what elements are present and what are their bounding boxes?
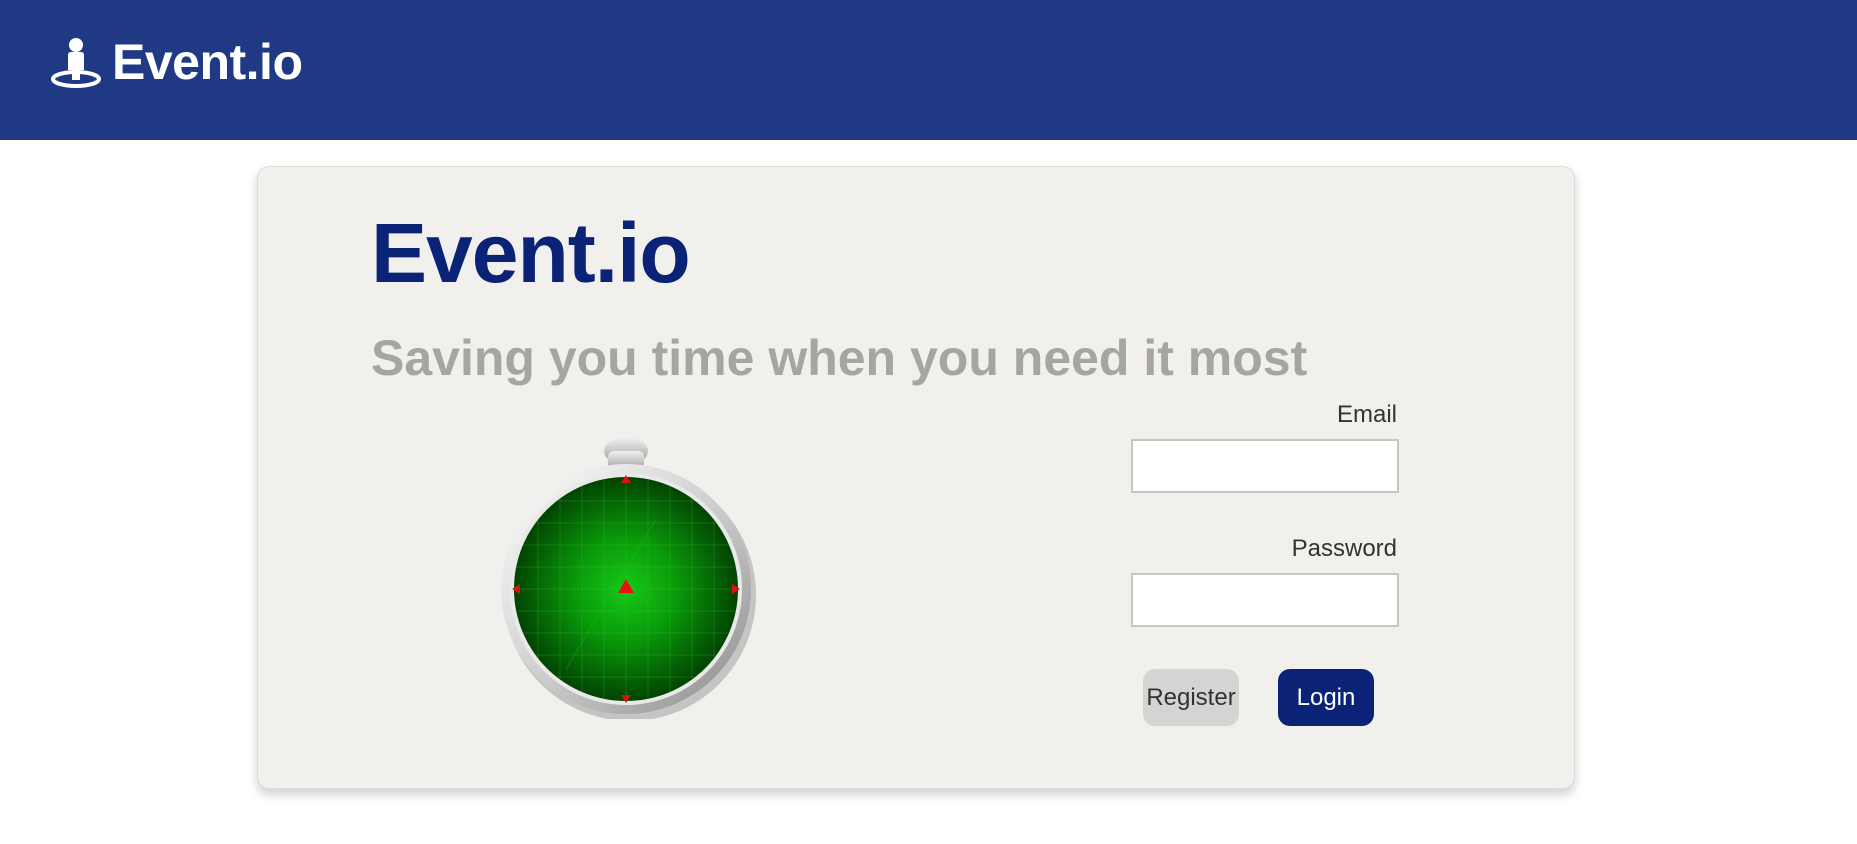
login-card: Event.io Saving you time when you need i… [257, 166, 1575, 789]
password-label: Password [1291, 535, 1397, 562]
brand-logo[interactable]: Event.io [50, 34, 303, 90]
page-subtitle: Saving you time when you need it most [371, 330, 1308, 386]
register-button[interactable]: Register [1143, 669, 1239, 726]
email-label: Email [1336, 401, 1397, 428]
person-location-icon [50, 36, 102, 88]
top-navbar: Event.io [0, 0, 1857, 140]
login-button[interactable]: Login [1278, 669, 1374, 726]
password-field[interactable] [1131, 573, 1399, 627]
brand-name: Event.io [112, 34, 303, 90]
radar-icon [496, 429, 756, 721]
page-title: Event.io [371, 206, 691, 300]
email-field[interactable] [1131, 439, 1399, 493]
